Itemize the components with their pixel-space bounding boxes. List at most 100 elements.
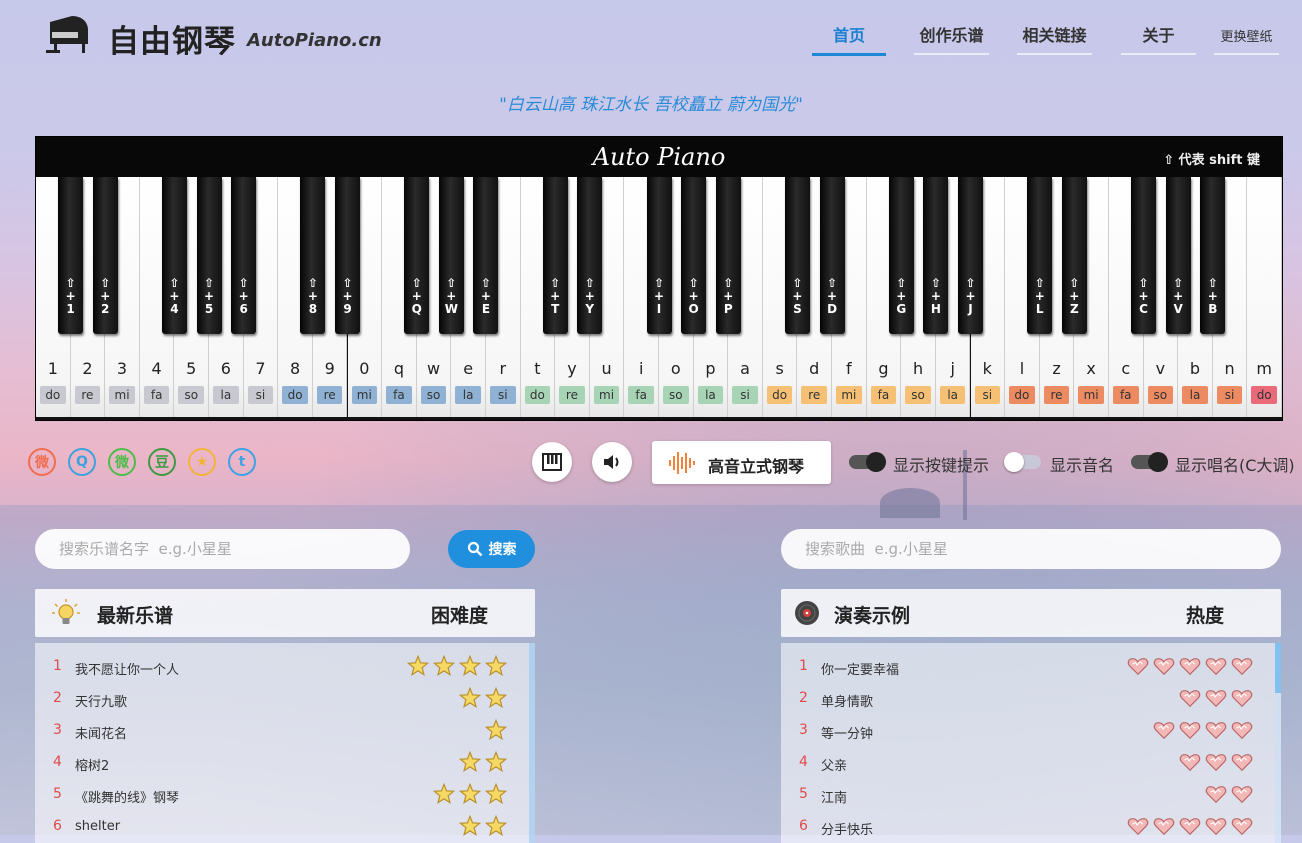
list-item[interactable]: 6 shelter	[35, 811, 523, 843]
search-icon	[467, 541, 482, 557]
star-icon	[484, 750, 508, 777]
item-name[interactable]: 你一定要幸福	[821, 659, 899, 678]
toggle-note-names[interactable]	[1004, 452, 1041, 472]
key-char: n	[1224, 359, 1235, 378]
black-key[interactable]: ⇧ +5	[196, 177, 222, 334]
list-item[interactable]: 2 单身情歌	[781, 683, 1269, 715]
song-search-input[interactable]	[781, 529, 1281, 569]
scrollbar[interactable]	[1275, 643, 1281, 843]
black-key[interactable]: ⇧ + D	[819, 177, 845, 334]
sound-toggle-button[interactable]	[592, 442, 632, 482]
scrollbar[interactable]	[529, 643, 535, 843]
item-name[interactable]: 天行九歌	[75, 691, 127, 710]
popularity-label: 热度	[1186, 605, 1225, 627]
black-key[interactable]: ⇧ +4	[161, 177, 187, 334]
item-name[interactable]: 父亲	[821, 755, 847, 774]
black-key-label: ⇧ + J	[965, 276, 976, 316]
logo-text[interactable]: 自由钢琴	[108, 16, 236, 61]
black-key[interactable]: ⇧ +9	[335, 177, 360, 334]
toggle-solfege[interactable]	[1131, 452, 1168, 472]
logo-domain[interactable]: AutoPiano.cn	[247, 30, 382, 51]
keyboard-mode-button[interactable]	[532, 442, 572, 482]
black-key-char: O	[688, 302, 699, 316]
list-item[interactable]: 5 《跳舞的线》钢琴	[35, 779, 523, 811]
black-key-char: Z	[1069, 302, 1079, 316]
key-char: r	[499, 359, 507, 378]
heart-icon	[1179, 687, 1201, 713]
twitter-icon[interactable]: t	[228, 448, 256, 476]
black-key[interactable]: ⇧ + O	[681, 177, 707, 334]
list-item[interactable]: 5 江南	[781, 779, 1269, 811]
white-key[interactable]: m do	[1247, 177, 1282, 417]
vinyl-record-icon	[795, 601, 819, 625]
list-item[interactable]: 1 我不愿让你一个人	[35, 651, 523, 683]
item-name[interactable]: 榕树2	[75, 755, 109, 774]
list-item[interactable]: 6 分手快乐	[781, 811, 1269, 843]
list-item[interactable]: 4 榕树2	[35, 747, 523, 779]
star-icon	[458, 686, 482, 713]
nav-about[interactable]: 关于	[1121, 22, 1196, 55]
qq-icon[interactable]: Q	[68, 448, 96, 476]
heart-icon	[1231, 655, 1253, 681]
demos-list: 1 你一定要幸福 2 单身情歌 3 等一分钟 4 父亲 5 江南 6 分手快乐	[781, 643, 1281, 843]
black-key[interactable]: ⇧ + I	[646, 177, 672, 334]
black-key-label: ⇧ + Y	[584, 276, 595, 316]
list-item[interactable]: 2 天行九歌	[35, 683, 523, 715]
black-key[interactable]: ⇧ +8	[300, 177, 326, 334]
list-item[interactable]: 3 等一分钟	[781, 715, 1269, 747]
black-key[interactable]: ⇧ + B	[1200, 177, 1226, 334]
key-char: q	[393, 359, 404, 378]
key-char: 0	[359, 359, 370, 378]
black-key[interactable]: ⇧ + Q	[404, 177, 430, 334]
instrument-selector[interactable]: 高音立式钢琴	[652, 441, 831, 484]
black-key-char: E	[481, 302, 491, 316]
list-item[interactable]: 3 未闻花名	[35, 715, 523, 747]
black-key[interactable]: ⇧ +1	[58, 177, 84, 334]
star-icon	[458, 750, 482, 777]
item-name[interactable]: 我不愿让你一个人	[75, 659, 179, 678]
black-key[interactable]: ⇧ + Y	[577, 177, 603, 334]
black-key[interactable]: ⇧ + T	[542, 177, 568, 334]
key-char: 1	[47, 359, 58, 378]
black-key[interactable]: ⇧ + J	[958, 177, 983, 334]
black-key[interactable]: ⇧ + L	[1027, 177, 1053, 334]
key-solfege: re	[74, 386, 101, 404]
item-name[interactable]: 未闻花名	[75, 723, 127, 742]
list-item[interactable]: 4 父亲	[781, 747, 1269, 779]
list-item[interactable]: 1 你一定要幸福	[781, 651, 1269, 683]
item-name[interactable]: 单身情歌	[821, 691, 873, 710]
black-key[interactable]: ⇧ + G	[888, 177, 914, 334]
item-name[interactable]: 分手快乐	[821, 819, 873, 838]
toggle-key-hints[interactable]	[849, 452, 886, 472]
sheet-search-button[interactable]: 搜索	[448, 530, 535, 568]
item-name[interactable]: 等一分钟	[821, 723, 873, 742]
piano-logo-icon[interactable]	[44, 14, 90, 54]
qzone-icon[interactable]: ★	[188, 448, 216, 476]
black-key-label: ⇧ + L	[1034, 276, 1045, 316]
item-name[interactable]: 江南	[821, 787, 847, 806]
black-key[interactable]: ⇧ + H	[923, 177, 949, 334]
nav-change-wallpaper-label: 更换壁纸	[1220, 30, 1273, 45]
nav-create-sheet[interactable]: 创作乐谱	[914, 22, 989, 55]
black-key[interactable]: ⇧ +2	[92, 177, 118, 334]
nav-links[interactable]: 相关链接	[1017, 22, 1092, 55]
nav-links-label: 相关链接	[1022, 26, 1087, 45]
black-key[interactable]: ⇧ + S	[784, 177, 810, 334]
nav-home[interactable]: 首页	[812, 22, 886, 56]
weibo-icon[interactable]: 微	[28, 448, 56, 476]
black-key[interactable]: ⇧ + C	[1131, 177, 1157, 334]
sheet-search-input[interactable]	[35, 529, 410, 569]
wechat-icon[interactable]: 微	[108, 448, 136, 476]
black-key[interactable]: ⇧ + E	[473, 177, 499, 334]
item-name[interactable]: 《跳舞的线》钢琴	[75, 787, 179, 806]
black-key[interactable]: ⇧ + W	[438, 177, 464, 334]
nav-change-wallpaper[interactable]: 更换壁纸	[1214, 26, 1279, 55]
douban-icon[interactable]: 豆	[148, 448, 176, 476]
black-key[interactable]: ⇧ +6	[231, 177, 257, 334]
black-key[interactable]: ⇧ + V	[1165, 177, 1191, 334]
key-solfege: la	[697, 386, 724, 404]
item-name[interactable]: shelter	[75, 819, 120, 834]
black-key[interactable]: ⇧ + Z	[1061, 177, 1087, 334]
motto: "白云山高 珠江水长 吾校矗立 蔚为国光"	[499, 95, 803, 115]
black-key[interactable]: ⇧ + P	[715, 177, 741, 334]
